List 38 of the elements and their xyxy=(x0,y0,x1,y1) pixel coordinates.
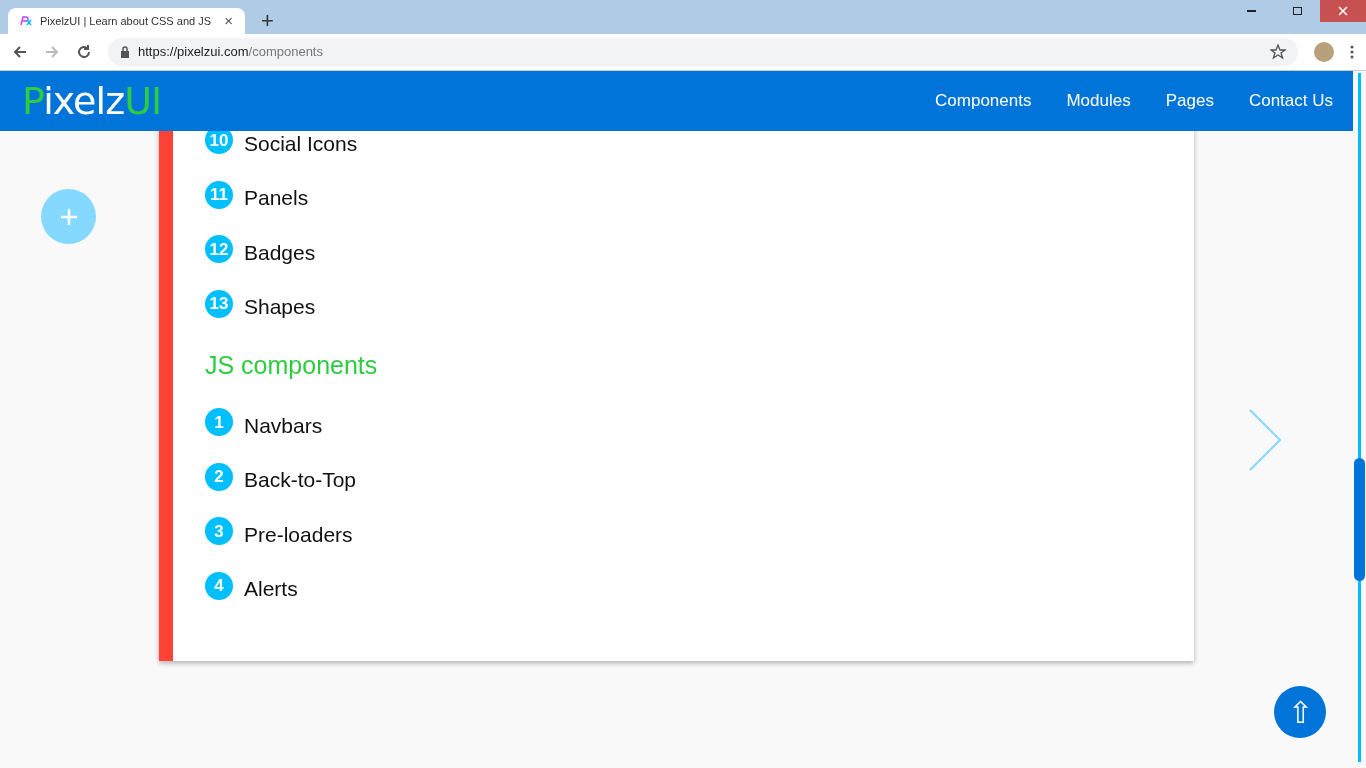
component-link[interactable]: Shapes xyxy=(244,291,316,323)
component-link[interactable]: Panels xyxy=(244,182,309,214)
component-link[interactable]: Badges xyxy=(244,236,316,268)
browser-tab[interactable]: PixelzUI | Learn about CSS and JS × xyxy=(8,8,245,34)
back-to-top-button[interactable]: ⇧ xyxy=(1274,686,1326,738)
address-bar[interactable]: https://pixelzui.com/components xyxy=(108,38,1298,66)
number-badge: 1 xyxy=(205,408,233,437)
number-badge: 11 xyxy=(205,180,233,209)
component-link[interactable]: Back-to-Top xyxy=(244,464,357,496)
number-badge: 3 xyxy=(205,517,233,546)
component-link[interactable]: Navbars xyxy=(244,409,323,441)
new-tab-button[interactable]: + xyxy=(261,10,274,32)
menu-icon[interactable] xyxy=(1350,45,1354,59)
url-text: https://pixelzui.com/components xyxy=(138,43,324,62)
close-icon xyxy=(1338,6,1348,16)
component-link[interactable]: Alerts xyxy=(244,573,298,605)
back-icon[interactable] xyxy=(12,44,28,60)
component-link[interactable]: Pre-loaders xyxy=(244,518,353,550)
number-badge: 10 xyxy=(205,131,233,155)
favicon-icon xyxy=(20,16,32,26)
tab-title: PixelzUI | Learn about CSS and JS xyxy=(40,13,212,29)
nav-link[interactable]: Pages xyxy=(1165,88,1214,114)
number-badge: 12 xyxy=(205,235,233,264)
plus-icon xyxy=(59,207,78,226)
number-badge: 13 xyxy=(205,289,233,318)
logo[interactable]: PixelzUI xyxy=(22,82,162,120)
lock-icon xyxy=(120,46,130,58)
number-badge: 4 xyxy=(205,571,233,600)
component-link[interactable]: Social Icons xyxy=(244,131,358,159)
nav-link[interactable]: Components xyxy=(935,88,1032,114)
nav-link[interactable]: Modules xyxy=(1066,88,1131,114)
avatar-icon[interactable] xyxy=(1314,42,1334,62)
section-heading: JS components xyxy=(205,350,378,382)
close-icon[interactable]: × xyxy=(224,9,233,33)
number-badge: 2 xyxy=(205,462,233,491)
nav-link[interactable]: Contact Us xyxy=(1248,88,1333,114)
reload-icon[interactable] xyxy=(76,44,92,60)
star-icon[interactable] xyxy=(1270,44,1286,60)
